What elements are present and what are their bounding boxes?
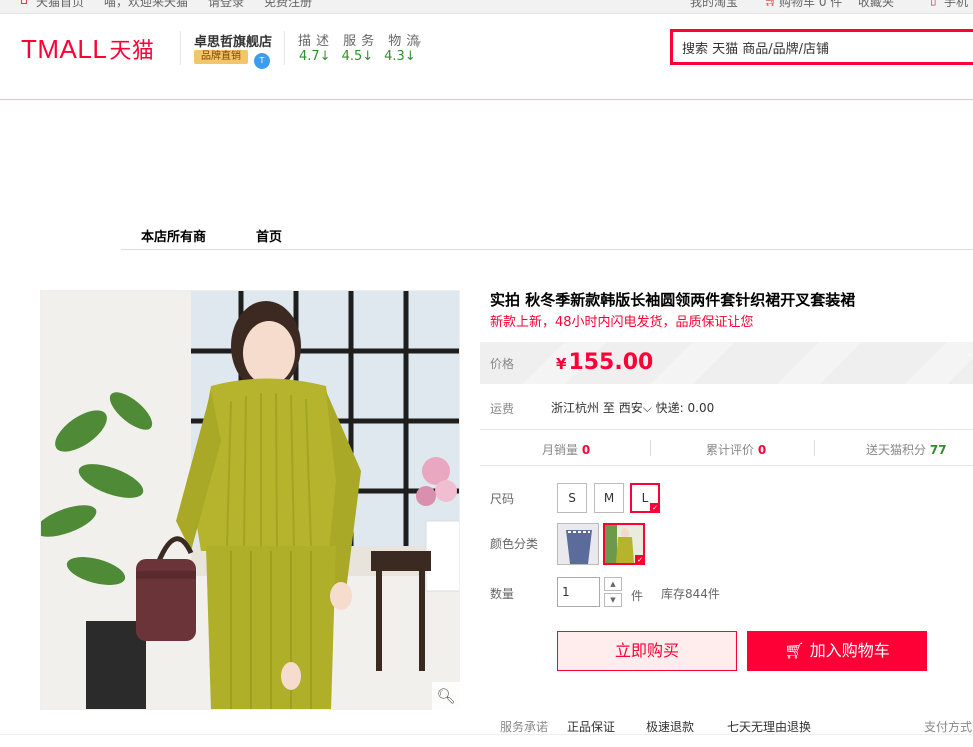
price-panel: 价格 ¥155.00 (480, 342, 973, 384)
payment-methods-label: 支付方式 (924, 720, 973, 734)
express-fee: 快递: 0.00 (655, 401, 715, 415)
topbar-login-link[interactable]: 请登录 (208, 0, 244, 10)
price-label: 价格 (490, 357, 515, 371)
divider (480, 465, 973, 466)
buy-now-button[interactable]: 立即购买 (557, 631, 737, 671)
size-option-m[interactable]: M (594, 483, 624, 513)
selected-check-icon: ✓ (635, 555, 643, 563)
review-count[interactable]: 累计评价 0 (706, 441, 766, 458)
dsr-service-score: 4.5↓ (341, 49, 374, 64)
header-divider (284, 31, 285, 65)
ship-to-prefix: 至 (602, 401, 615, 415)
ship-to-select[interactable]: 西安⌵ (619, 401, 652, 415)
size-option-l[interactable]: L ✓ (630, 483, 660, 513)
topbar-home-link[interactable]: 天猫首页 (36, 0, 84, 10)
nav-home[interactable]: 首页 (256, 226, 282, 245)
stock-count: 库存844件 (661, 587, 720, 601)
color-swatch-2[interactable]: ✓ (603, 523, 645, 565)
dsr-label: 描述 服务 物流 (298, 34, 425, 49)
size-option-s[interactable]: S (557, 483, 587, 513)
dsr-expand-icon[interactable]: ▼ (414, 40, 421, 50)
dsr-description-score: 4.7↓ (299, 49, 331, 64)
topbar-mobile[interactable]: 手机 (944, 0, 968, 10)
promise-genuine[interactable]: 正品保证 (567, 718, 615, 735)
bottom-divider (0, 734, 973, 735)
ship-from: 浙江杭州 (551, 401, 600, 415)
quantity-field[interactable] (557, 577, 600, 607)
quantity-unit: 件 (631, 589, 644, 603)
topbar-favorites[interactable]: 收藏夹 (858, 0, 894, 10)
shipping-label: 运费 (490, 402, 515, 416)
product-main-image[interactable] (40, 290, 460, 710)
tmall-points: 送天猫积分 77 (866, 443, 947, 457)
cart-icon: 🛒︎ (784, 641, 805, 660)
add-to-cart-button[interactable]: 🛒︎ 加入购物车 (747, 631, 927, 671)
quantity-input[interactable] (558, 578, 599, 606)
search-box[interactable] (670, 29, 973, 65)
topbar-cart-link[interactable]: 购物车 0 件 (779, 0, 842, 10)
shop-header: TMALL天猫 卓思哲旗舰店 品牌直销 T 描述 服务 物流 4.7↓ 4.5↓ 4… (0, 14, 973, 100)
dsr-logistics-score: 4.3↓ (384, 49, 416, 64)
monthly-sales: 月销量 0 (542, 443, 591, 457)
promise-fast-refund[interactable]: 极速退款 (646, 718, 694, 735)
mobile-icon[interactable]: ▯ (930, 0, 937, 7)
price-panel-pattern (480, 342, 973, 384)
selected-check-icon: ✓ (650, 503, 660, 513)
color-swatch-1[interactable] (557, 523, 599, 565)
topbar-register-link[interactable]: 免费注册 (264, 0, 312, 10)
service-promise-label: 服务承诺 (500, 720, 549, 734)
zoom-icon[interactable]: 🔍︎ (432, 682, 460, 710)
header-divider (180, 31, 181, 65)
product-title: 实拍 秋冬季新款韩版长袖圆领两件套针织裙开叉套装裙 (490, 291, 856, 309)
nav-all-products[interactable]: 本店所有商 (141, 226, 206, 245)
shipping-info: 浙江杭州 至 西安⌵ 快递: 0.00 (551, 399, 714, 416)
topbar-my-taobao[interactable]: 我的淘宝 (690, 0, 738, 10)
quantity-increase-button[interactable]: ▲ (604, 577, 622, 591)
brand-direct-badge: 品牌直销 (194, 50, 248, 64)
price-value: ¥155.00 (556, 350, 654, 375)
stat-divider (814, 440, 815, 456)
product-subtitle: 新款上新，48小时内闪电发货，品质保证让您 (490, 315, 754, 330)
sales-stats: 月销量 0 累计评价 0 送天猫积分 77 (480, 433, 973, 463)
quantity-label: 数量 (490, 587, 515, 601)
promise-seven-day-return[interactable]: 七天无理由退换 (727, 718, 811, 735)
home-icon[interactable]: ⌂ (20, 0, 28, 7)
topbar-welcome: 喵，欢迎来天猫 (104, 0, 189, 9)
chevron-down-icon: ⌵ (642, 401, 652, 415)
tmall-logo[interactable]: TMALL天猫 (21, 33, 154, 65)
product-photo (41, 291, 459, 709)
swatch-thumbnail (558, 524, 598, 564)
divider (480, 429, 973, 430)
color-label: 颜色分类 (490, 537, 539, 551)
search-input[interactable] (673, 32, 973, 62)
size-label: 尺码 (490, 492, 515, 506)
shop-name[interactable]: 卓思哲旗舰店 (194, 31, 272, 50)
quantity-decrease-button[interactable]: ▼ (604, 593, 622, 607)
shop-level-icon: T (254, 53, 270, 69)
stat-divider (650, 440, 651, 456)
site-topbar: ⌂ 天猫首页 喵，欢迎来天猫 请登录 免费注册 我的淘宝 🛒︎ 购物车 0 件 … (0, 0, 973, 14)
cart-icon[interactable]: 🛒︎ (764, 0, 779, 7)
shop-nav: 本店所有商 首页 (121, 220, 973, 250)
dsr-scores: 4.7↓ 4.5↓ 4.3↓ (299, 49, 427, 64)
